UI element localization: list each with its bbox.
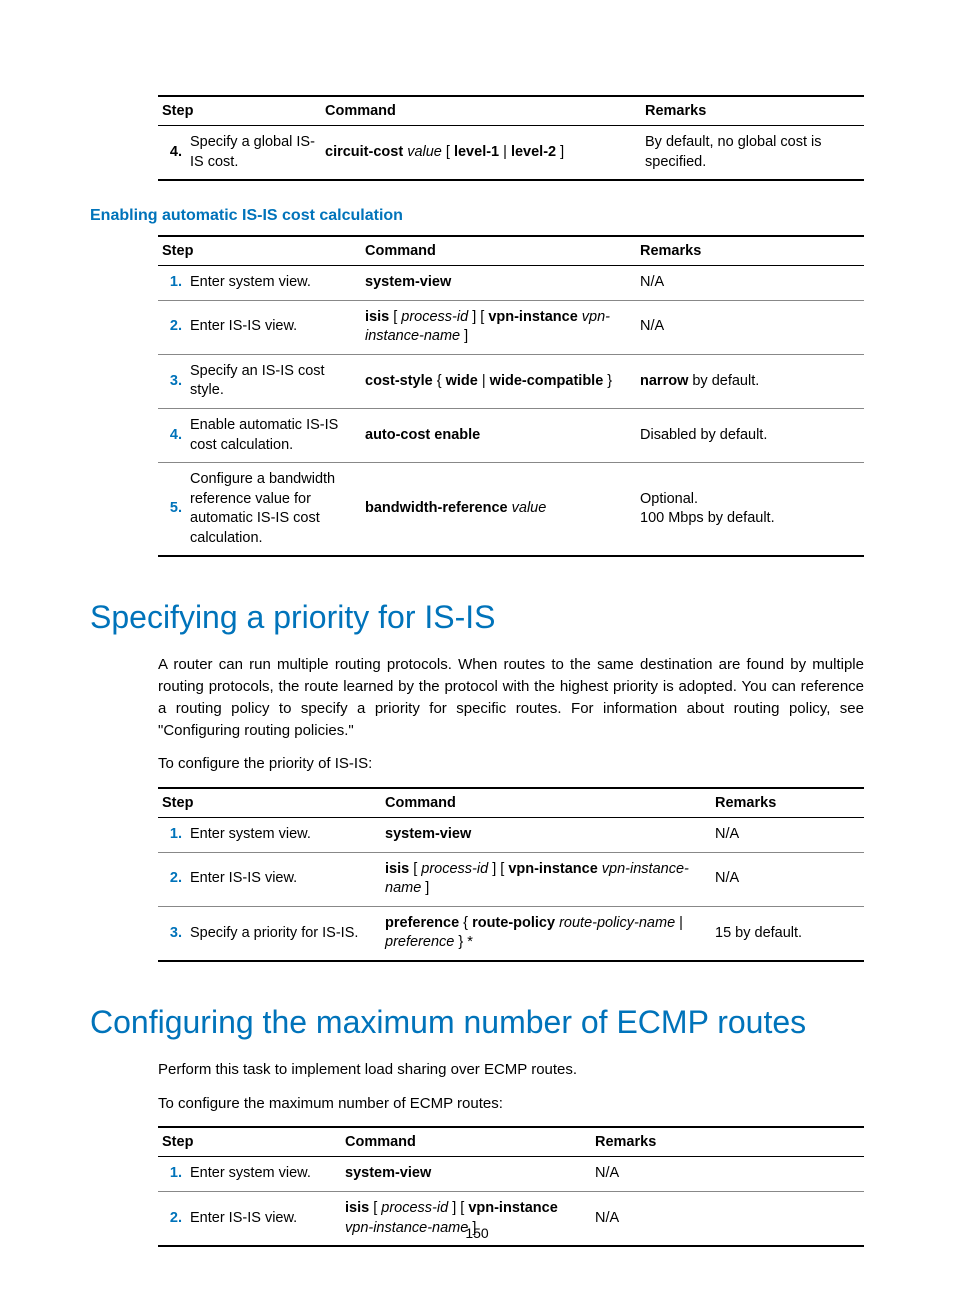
content-area: Step Command Remarks 4.Specify a global … xyxy=(158,95,864,1247)
remarks-text: N/A xyxy=(636,300,864,354)
para-ecmp-intro: Perform this task to implement load shar… xyxy=(158,1059,864,1081)
table-row: 5.Configure a bandwidth reference value … xyxy=(158,463,864,557)
remarks-text: 15 by default. xyxy=(711,906,864,961)
table1-body: 4.Specify a global IS-IS cost.circuit-co… xyxy=(158,126,864,181)
col-remarks: Remarks xyxy=(591,1127,864,1157)
col-command: Command xyxy=(361,236,636,266)
step-text: Enter IS-IS view. xyxy=(186,300,361,354)
step-number: 4. xyxy=(158,126,186,181)
command-text: cost-style { wide | wide-compatible } xyxy=(361,354,636,408)
command-text: bandwidth-reference value xyxy=(361,463,636,557)
col-remarks: Remarks xyxy=(711,788,864,818)
remarks-text: N/A xyxy=(591,1157,864,1192)
heading-ecmp: Configuring the maximum number of ECMP r… xyxy=(90,1004,864,1041)
step-number: 4. xyxy=(158,408,186,462)
table-row: 4.Specify a global IS-IS cost.circuit-co… xyxy=(158,126,864,181)
col-remarks: Remarks xyxy=(641,96,864,126)
command-text: system-view xyxy=(361,266,636,301)
table-global-cost: Step Command Remarks 4.Specify a global … xyxy=(158,95,864,181)
command-text: isis [ process-id ] [ vpn-instance vpn-i… xyxy=(361,300,636,354)
remarks-text: N/A xyxy=(711,852,864,906)
step-text: Specify an IS-IS cost style. xyxy=(186,354,361,408)
command-text: circuit-cost value [ level-1 | level-2 ] xyxy=(321,126,641,181)
command-text: system-view xyxy=(381,818,711,853)
step-number: 1. xyxy=(158,266,186,301)
table-row: 2.Enter IS-IS view.isis [ process-id ] [… xyxy=(158,852,864,906)
col-step: Step xyxy=(158,96,321,126)
remarks-text: Optional.100 Mbps by default. xyxy=(636,463,864,557)
step-text: Enter system view. xyxy=(186,266,361,301)
table-row: 1.Enter system view.system-viewN/A xyxy=(158,266,864,301)
table-row: 3.Specify an IS-IS cost style.cost-style… xyxy=(158,354,864,408)
remarks-text: N/A xyxy=(711,818,864,853)
table2-body: 1.Enter system view.system-viewN/A2.Ente… xyxy=(158,266,864,557)
step-number: 5. xyxy=(158,463,186,557)
command-text: preference { route-policy route-policy-n… xyxy=(381,906,711,961)
step-number: 2. xyxy=(158,300,186,354)
table3-body: 1.Enter system view.system-viewN/A2.Ente… xyxy=(158,818,864,961)
heading-priority: Specifying a priority for IS-IS xyxy=(90,599,864,636)
table-row: 4.Enable automatic IS-IS cost calculatio… xyxy=(158,408,864,462)
step-text: Enter IS-IS view. xyxy=(186,852,381,906)
step-text: Enter system view. xyxy=(186,1157,341,1192)
step-text: Specify a global IS-IS cost. xyxy=(186,126,321,181)
col-command: Command xyxy=(341,1127,591,1157)
para-ecmp-lead: To configure the maximum number of ECMP … xyxy=(158,1093,864,1115)
col-remarks: Remarks xyxy=(636,236,864,266)
col-command: Command xyxy=(381,788,711,818)
step-number: 1. xyxy=(158,818,186,853)
table-row: 3.Specify a priority for IS-IS.preferenc… xyxy=(158,906,864,961)
table-row: 1.Enter system view.system-viewN/A xyxy=(158,818,864,853)
command-text: auto-cost enable xyxy=(361,408,636,462)
step-text: Enter system view. xyxy=(186,818,381,853)
step-number: 3. xyxy=(158,906,186,961)
para-priority-intro: A router can run multiple routing protoc… xyxy=(158,654,864,741)
step-number: 1. xyxy=(158,1157,186,1192)
page-number: 150 xyxy=(0,1225,954,1241)
col-command: Command xyxy=(321,96,641,126)
step-number: 3. xyxy=(158,354,186,408)
remarks-text: N/A xyxy=(636,266,864,301)
col-step: Step xyxy=(158,236,361,266)
remarks-text: narrow by default. xyxy=(636,354,864,408)
command-text: system-view xyxy=(341,1157,591,1192)
table-row: 1.Enter system view.system-viewN/A xyxy=(158,1157,864,1192)
table-row: 2.Enter IS-IS view.isis [ process-id ] [… xyxy=(158,300,864,354)
table-auto-cost: Step Command Remarks 1.Enter system view… xyxy=(158,235,864,557)
col-step: Step xyxy=(158,1127,341,1157)
remarks-text: By default, no global cost is specified. xyxy=(641,126,864,181)
step-text: Enable automatic IS-IS cost calculation. xyxy=(186,408,361,462)
step-number: 2. xyxy=(158,852,186,906)
section-heading-auto-cost: Enabling automatic IS-IS cost calculatio… xyxy=(90,207,864,225)
step-text: Configure a bandwidth reference value fo… xyxy=(186,463,361,557)
step-text: Specify a priority for IS-IS. xyxy=(186,906,381,961)
table-priority: Step Command Remarks 1.Enter system view… xyxy=(158,787,864,962)
remarks-text: Disabled by default. xyxy=(636,408,864,462)
col-step: Step xyxy=(158,788,381,818)
para-priority-lead: To configure the priority of IS-IS: xyxy=(158,753,864,775)
command-text: isis [ process-id ] [ vpn-instance vpn-i… xyxy=(381,852,711,906)
page: Step Command Remarks 4.Specify a global … xyxy=(0,0,954,1296)
